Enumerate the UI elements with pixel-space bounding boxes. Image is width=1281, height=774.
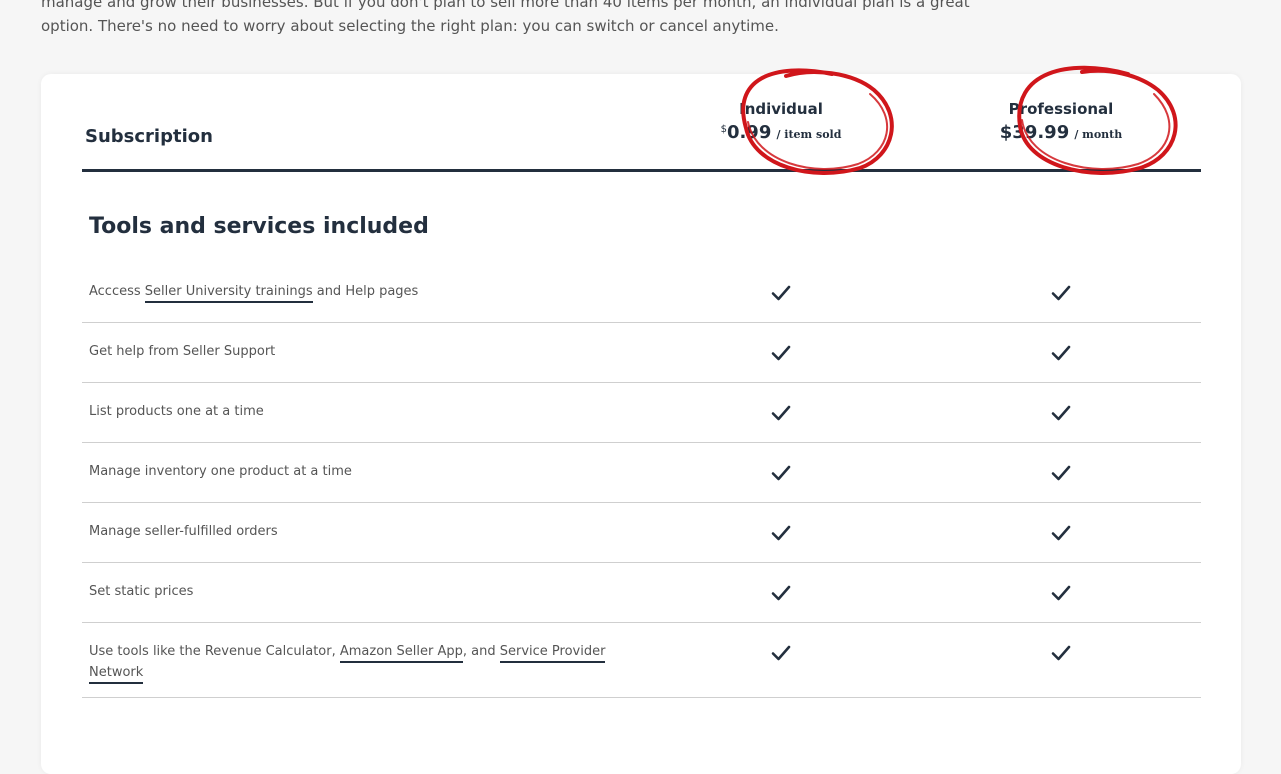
feature-text: Get help from Seller Support <box>89 344 276 359</box>
feature-text-part: Use tools like the Revenue Calculator, <box>89 644 340 659</box>
plan-professional-price: $39.99 <box>999 122 1070 143</box>
tools-section-title: Tools and services included <box>89 214 429 239</box>
plans-comparison-card: Subscription Individual $0.99 / item sol… <box>41 65 1241 774</box>
feature-text: Set static prices <box>89 584 194 599</box>
plan-individual-price-line: $0.99 / item sold <box>681 122 881 143</box>
intro-paragraph: manage and grow their businesses. But if… <box>41 0 971 38</box>
checkmark-icon <box>771 285 791 301</box>
checkmark-icon <box>771 405 791 421</box>
feature-text: Manage inventory one product at a time <box>89 464 352 479</box>
plan-individual-currency: $ <box>720 124 727 135</box>
plan-individual-price: 0.99 <box>726 122 772 143</box>
plans-header-row: Subscription Individual $0.99 / item sol… <box>82 65 1201 175</box>
checkmark-icon <box>771 345 791 361</box>
feature-text-part: Acccess <box>89 284 145 299</box>
plan-professional-price-line: $39.99 / month <box>961 122 1161 143</box>
service-provider-network-link-part2[interactable]: Network <box>89 665 144 684</box>
checkmark-icon <box>1051 645 1071 661</box>
checkmark-icon <box>1051 525 1071 541</box>
plan-professional-name: Professional <box>1008 100 1114 118</box>
feature-text: Use tools like the Revenue Calculator, A… <box>89 641 609 684</box>
feature-text-part: , and <box>462 644 500 659</box>
subscription-label: Subscription <box>85 126 213 147</box>
amazon-seller-app-link[interactable]: Amazon Seller App <box>339 644 463 663</box>
seller-university-link[interactable]: Seller University trainings <box>144 284 313 303</box>
feature-text: List products one at a time <box>89 404 264 419</box>
feature-row: Set static prices <box>82 563 1201 623</box>
feature-text: Acccess Seller University trainings and … <box>89 281 609 303</box>
plan-professional: Professional $39.99 / month <box>961 100 1161 143</box>
plan-individual-name: Individual <box>739 100 823 118</box>
feature-row: Acccess Seller University trainings and … <box>82 263 1201 323</box>
checkmark-icon <box>1051 405 1071 421</box>
service-provider-network-link-part1[interactable]: Service Provider <box>499 644 606 663</box>
checkmark-icon <box>1051 345 1071 361</box>
plan-individual-unit: / item sold <box>776 128 842 141</box>
checkmark-icon <box>771 525 791 541</box>
checkmark-icon <box>1051 285 1071 301</box>
feature-row: Manage inventory one product at a time <box>82 443 1201 503</box>
feature-row: Use tools like the Revenue Calculator, A… <box>82 623 1201 698</box>
feature-row: List products one at a time <box>82 383 1201 443</box>
checkmark-icon <box>771 645 791 661</box>
feature-text: Manage seller-fulfilled orders <box>89 524 278 539</box>
intro-line-1: manage and grow their businesses. But if… <box>41 0 970 11</box>
feature-text-part: and Help pages <box>312 284 419 299</box>
feature-row: Get help from Seller Support <box>82 323 1201 383</box>
checkmark-icon <box>771 585 791 601</box>
checkmark-icon <box>1051 585 1071 601</box>
plan-professional-unit: / month <box>1074 128 1123 141</box>
intro-line-2: option. There's no need to worry about s… <box>41 17 779 35</box>
feature-row: Manage seller-fulfilled orders <box>82 503 1201 563</box>
checkmark-icon <box>1051 465 1071 481</box>
plan-individual: Individual $0.99 / item sold <box>681 100 881 143</box>
features-list: Acccess Seller University trainings and … <box>82 263 1201 698</box>
checkmark-icon <box>771 465 791 481</box>
